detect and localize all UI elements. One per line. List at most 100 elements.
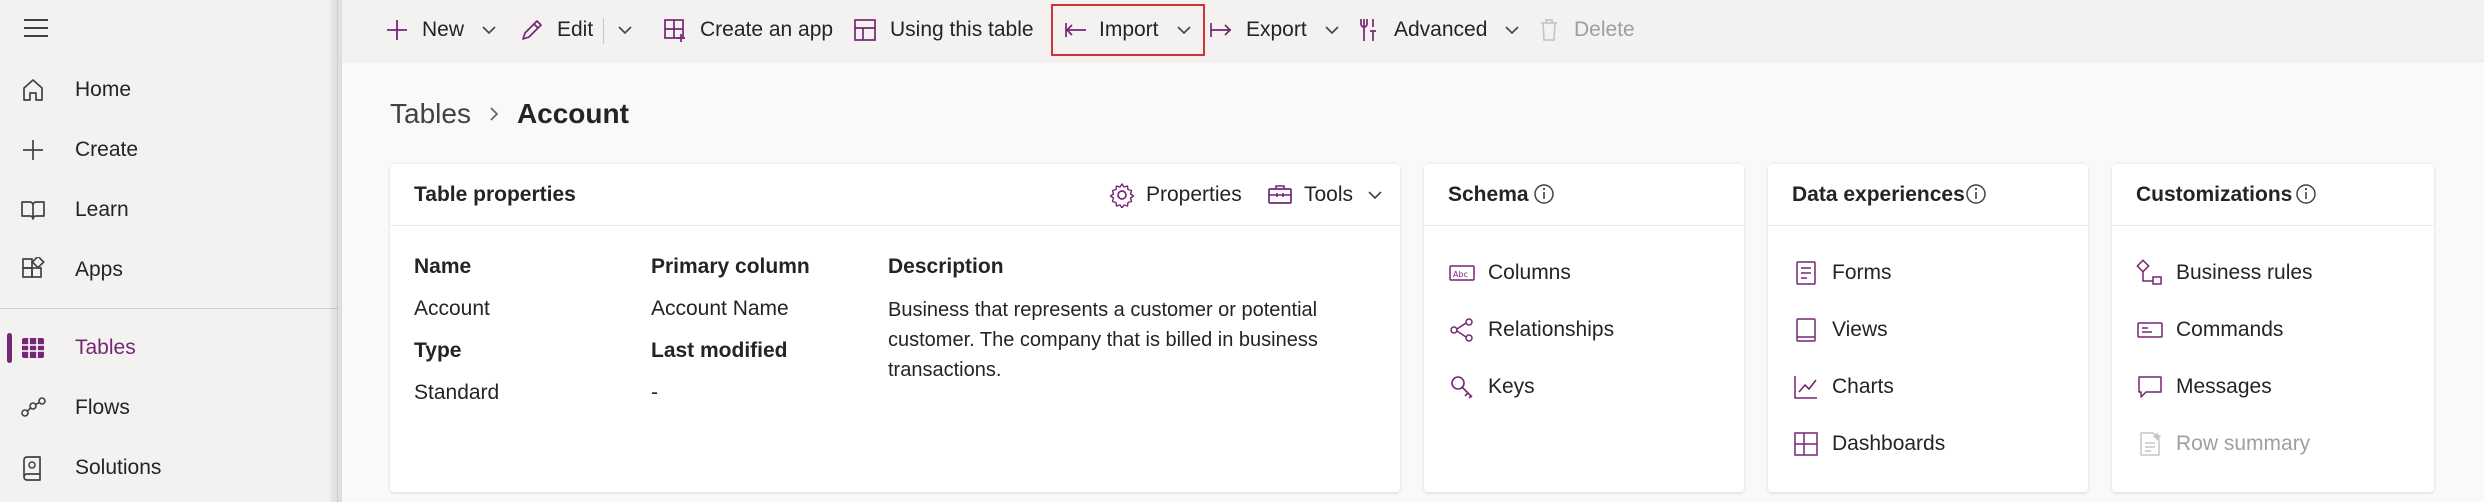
command-icon — [2136, 316, 2164, 344]
new-button-label: New — [422, 18, 465, 41]
using-this-table-label: Using this table — [890, 18, 1034, 41]
wrench-icon — [1354, 15, 1384, 45]
card-title: Table properties — [414, 183, 576, 206]
sidebar-item-learn[interactable]: Learn — [0, 185, 338, 235]
sidebar-item-solutions[interactable]: Solutions — [0, 443, 338, 493]
type-value: Standard — [414, 381, 500, 404]
separator — [603, 18, 604, 44]
create-app-button[interactable]: Create an app — [660, 6, 833, 54]
views-link[interactable]: Views — [1792, 316, 1888, 344]
flow-icon — [18, 393, 48, 423]
chevron-down-icon — [1173, 19, 1195, 41]
sidebar-item-label: Solutions — [75, 456, 162, 479]
last-modified-value: - — [651, 381, 658, 404]
advanced-button[interactable]: Advanced — [1354, 6, 1523, 54]
view-icon — [1792, 316, 1820, 344]
link-label: Messages — [2176, 375, 2272, 398]
info-icon[interactable] — [2294, 182, 2318, 206]
toolbox-icon — [1266, 181, 1294, 209]
home-icon — [18, 75, 48, 105]
sidebar-item-create[interactable]: Create — [0, 125, 338, 175]
trash-icon — [1534, 15, 1564, 45]
sidebar-item-tables[interactable]: Tables — [0, 323, 338, 373]
new-button[interactable]: New — [382, 6, 500, 54]
link-label: Charts — [1832, 375, 1894, 398]
page-title: Account — [516, 98, 629, 129]
data-experiences-card: Data experiences Forms Views Charts Dash… — [1768, 164, 2088, 492]
book-icon — [18, 195, 48, 225]
name-label: Name — [414, 255, 472, 278]
sidebar-item-home[interactable]: Home — [0, 65, 338, 115]
edit-dropdown-button[interactable] — [614, 6, 636, 54]
edit-button-label: Edit — [557, 18, 594, 41]
card-header: Table properties Properties Tools — [390, 164, 1400, 226]
export-button-label: Export — [1246, 18, 1307, 41]
card-header: Customizations — [2112, 164, 2434, 226]
chart-icon — [1792, 373, 1820, 401]
pencil-icon — [517, 15, 547, 45]
link-label: Business rules — [2176, 261, 2313, 284]
row-summary-icon — [2136, 430, 2164, 458]
key-icon — [1448, 373, 1476, 401]
sidebar-divider — [0, 308, 338, 309]
delete-button[interactable]: Delete — [1534, 6, 1635, 54]
card-title: Data experiences — [1792, 183, 1965, 206]
advanced-button-label: Advanced — [1394, 18, 1488, 41]
primary-column-label: Primary column — [651, 255, 810, 278]
properties-button[interactable]: Properties — [1108, 181, 1242, 209]
info-icon[interactable] — [1532, 182, 1556, 206]
properties-button-label: Properties — [1146, 183, 1242, 206]
message-icon — [2136, 373, 2164, 401]
tools-button-label: Tools — [1304, 183, 1354, 206]
row-summary-link[interactable]: Row summary — [2136, 430, 2310, 458]
chevron-down-icon[interactable] — [478, 19, 500, 41]
columns-icon: Abc — [1448, 259, 1476, 287]
gear-icon — [1108, 181, 1136, 209]
sidebar-item-label: Home — [75, 78, 132, 101]
card-header: Schema — [1424, 164, 1744, 226]
dashboards-link[interactable]: Dashboards — [1792, 430, 1945, 458]
chevron-down-icon — [1501, 19, 1523, 41]
commands-link[interactable]: Commands — [2136, 316, 2283, 344]
schema-keys-link[interactable]: Keys — [1448, 373, 1535, 401]
svg-text:Abc: Abc — [1453, 270, 1468, 279]
card-title: Customizations — [2136, 183, 2293, 206]
link-label: Row summary — [2176, 432, 2311, 455]
schema-columns-link[interactable]: Abc Columns — [1448, 259, 1571, 287]
business-rules-link[interactable]: Business rules — [2136, 259, 2313, 287]
info-icon[interactable] — [1964, 182, 1988, 206]
link-label: Forms — [1832, 261, 1892, 284]
customizations-card: Customizations Business rules Commands M… — [2112, 164, 2434, 492]
export-button[interactable]: Export — [1206, 6, 1343, 54]
create-app-label: Create an app — [700, 18, 834, 41]
messages-link[interactable]: Messages — [2136, 373, 2272, 401]
solutions-icon — [18, 453, 48, 483]
description-value: Business that represents a customer or p… — [888, 299, 1318, 381]
business-rule-icon — [2136, 259, 2164, 287]
using-this-table-button[interactable]: Using this table — [850, 6, 1034, 54]
name-value: Account — [414, 297, 490, 320]
sidebar-item-label: Flows — [75, 396, 130, 419]
last-modified-label: Last modified — [651, 339, 788, 362]
charts-link[interactable]: Charts — [1792, 373, 1894, 401]
active-indicator — [7, 333, 12, 363]
command-bar: New Edit Create an app Using this table … — [342, 0, 2484, 62]
import-icon — [1061, 15, 1091, 45]
app-grid-icon — [660, 15, 690, 45]
tools-button[interactable]: Tools — [1266, 181, 1385, 209]
edit-button[interactable]: Edit — [517, 6, 593, 54]
schema-relationships-link[interactable]: Relationships — [1448, 316, 1614, 344]
table-layout-icon — [850, 15, 880, 45]
description-label: Description — [888, 255, 1004, 278]
link-label: Columns — [1488, 261, 1571, 284]
import-button[interactable]: Import — [1051, 4, 1205, 56]
sidebar-item-apps[interactable]: Apps — [0, 245, 338, 295]
breadcrumb-tables-link[interactable]: Tables — [390, 98, 471, 130]
forms-link[interactable]: Forms — [1792, 259, 1892, 287]
schema-card: Schema Abc Columns Relationships Keys — [1424, 164, 1744, 492]
hamburger-menu-icon[interactable] — [22, 14, 50, 42]
link-label: Relationships — [1488, 318, 1615, 341]
sidebar-item-label: Tables — [75, 336, 136, 359]
sidebar-item-flows[interactable]: Flows — [0, 383, 338, 433]
relationships-icon — [1448, 316, 1476, 344]
